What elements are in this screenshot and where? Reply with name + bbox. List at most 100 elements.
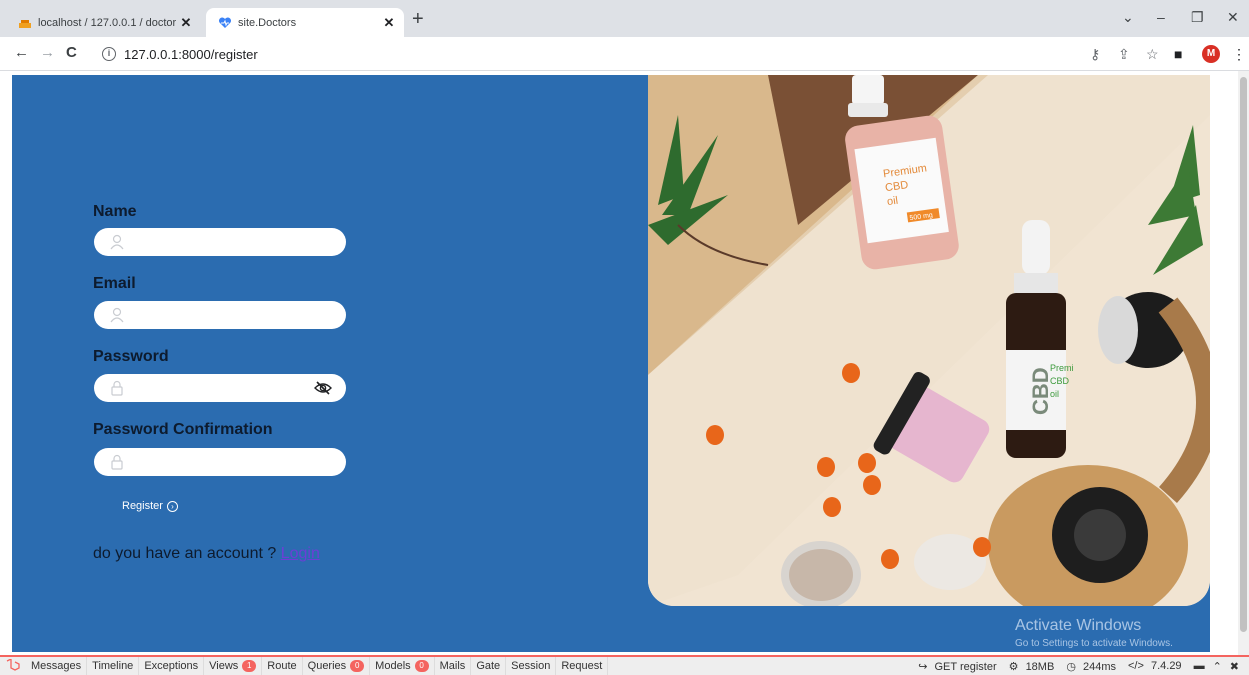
debug-tab-label: Messages — [31, 660, 82, 672]
watermark-title: Activate Windows — [1015, 617, 1142, 634]
request-text: GET register — [934, 660, 997, 673]
time-text: 244ms — [1082, 660, 1116, 673]
restore-button[interactable]: ❐ — [1191, 9, 1204, 26]
browser-tab-phpmyadmin[interactable]: localhost / 127.0.0.1 / doctor / h ✕ — [8, 8, 201, 37]
user-icon — [110, 234, 124, 250]
debug-tab-session[interactable]: Session — [506, 657, 557, 675]
arrow-right-circle-icon: › — [166, 500, 178, 512]
url-text: 127.0.0.1:8000/register — [124, 46, 258, 62]
debug-tab-route[interactable]: Route — [262, 657, 303, 675]
laravel-debugbar: Messages Timeline Exceptions Views 1 Rout… — [0, 655, 1249, 675]
debug-tab-label: Queries — [307, 660, 347, 672]
login-link[interactable]: Login — [281, 545, 320, 562]
lock-icon — [111, 380, 123, 396]
eye-slash-icon[interactable] — [314, 380, 332, 396]
key-icon[interactable]: ⚷ — [1090, 46, 1100, 62]
bottle1-label-oil: oil — [886, 195, 899, 208]
email-label: Email — [93, 275, 136, 292]
name-field[interactable] — [94, 228, 346, 256]
name-label: Name — [93, 203, 137, 220]
php-version-info: </> 7.4.29 — [1124, 660, 1190, 672]
bottle2-label-cbd: CBD — [1050, 376, 1070, 386]
reload-button[interactable]: C — [66, 45, 77, 61]
watermark-subtitle: Go to Settings to activate Windows. — [1015, 638, 1173, 649]
close-tab-icon[interactable]: ✕ — [177, 15, 195, 31]
browser-tab-site-doctors[interactable]: site.Doctors ✕ — [206, 8, 404, 37]
debug-tab-label: Route — [267, 660, 297, 672]
debug-tab-timeline[interactable]: Timeline — [87, 657, 140, 675]
debug-tab-label: Gate — [476, 660, 501, 672]
request-info[interactable]: ↪ GET register — [914, 660, 1004, 673]
heart-pulse-icon — [218, 16, 232, 28]
time-info: ◷ 244ms — [1062, 660, 1124, 673]
bottle2-label-premium: Premi — [1050, 363, 1074, 373]
folder-icon[interactable]: ▬ — [1190, 660, 1209, 672]
register-button[interactable]: Register › — [122, 500, 178, 512]
phpmyadmin-icon — [19, 19, 31, 28]
close-tab-icon[interactable]: ✕ — [380, 15, 398, 31]
debug-tab-request[interactable]: Request — [556, 657, 609, 675]
debug-tab-label: Mails — [439, 660, 466, 672]
password-confirmation-input[interactable] — [134, 452, 314, 472]
bottle2-label-oil: oil — [1050, 389, 1059, 399]
side-panel-icon[interactable]: ■ — [1174, 46, 1182, 62]
debug-tab-mails[interactable]: Mails — [435, 657, 472, 675]
minimize-button[interactable]: – — [1157, 9, 1165, 25]
address-bar[interactable]: i 127.0.0.1:8000/register — [92, 41, 1232, 67]
register-label: Register — [122, 500, 163, 512]
debug-tab-label: Models — [375, 660, 411, 672]
email-field[interactable] — [94, 301, 346, 329]
debug-tab-models[interactable]: Models 0 — [370, 657, 435, 675]
menu-dots-icon[interactable]: ⋮ — [1232, 46, 1246, 62]
password-confirmation-field[interactable] — [94, 448, 346, 476]
chevron-down-icon[interactable]: ⌄ — [1122, 9, 1134, 26]
bookmark-star-icon[interactable]: ☆ — [1146, 46, 1159, 62]
debug-tab-label: Request — [561, 660, 603, 672]
user-icon — [110, 307, 124, 323]
hero-photo: Premium CBD oil 500 mg CBD Premi CBD oil — [648, 75, 1210, 606]
new-tab-button[interactable]: + — [412, 9, 424, 29]
share-icon[interactable]: ⇪ — [1118, 46, 1130, 62]
debug-tab-label: Exceptions — [144, 660, 199, 672]
debug-tab-exceptions[interactable]: Exceptions — [139, 657, 205, 675]
tab-title: site.Doctors — [238, 16, 297, 29]
debug-badge: 0 — [414, 660, 429, 672]
debug-badge: 1 — [242, 660, 257, 672]
close-window-button[interactable]: ✕ — [1227, 9, 1239, 26]
debug-tab-label: Timeline — [92, 660, 134, 672]
close-icon[interactable]: ✖ — [1226, 660, 1243, 673]
memory-info: ⚙ 18MB — [1005, 660, 1063, 673]
password-input[interactable] — [134, 378, 314, 398]
laravel-logo-icon[interactable] — [0, 657, 26, 675]
email-input[interactable] — [134, 305, 314, 325]
site-info-icon[interactable]: i — [102, 47, 116, 61]
tab-title: localhost / 127.0.0.1 / doctor / h — [38, 16, 177, 29]
password-field[interactable] — [94, 374, 346, 402]
scrollbar-thumb[interactable] — [1240, 77, 1247, 632]
page-scrollbar[interactable] — [1238, 71, 1249, 655]
debug-tab-views[interactable]: Views 1 — [204, 657, 263, 675]
name-input[interactable] — [134, 232, 314, 252]
php-version-text: 7.4.29 — [1150, 660, 1182, 672]
laravel-icon — [6, 659, 20, 671]
login-prompt: do you have an account ? Login — [93, 545, 320, 563]
debug-tab-messages[interactable]: Messages — [26, 657, 88, 675]
lock-icon — [111, 454, 123, 470]
back-button[interactable]: ← — [14, 45, 29, 61]
debug-tab-gate[interactable]: Gate — [471, 657, 507, 675]
memory-text: 18MB — [1025, 660, 1055, 673]
cbd-products-photo: Premium CBD oil 500 mg CBD Premi CBD oil — [648, 75, 1210, 606]
debug-tab-queries[interactable]: Queries 0 — [303, 657, 371, 675]
debug-tab-label: Session — [511, 660, 551, 672]
debug-badge: 0 — [350, 660, 365, 672]
profile-avatar[interactable]: M — [1202, 45, 1220, 63]
activate-windows-watermark: Activate Windows Go to Settings to activ… — [1015, 617, 1173, 649]
account-prompt-text: do you have an account ? — [93, 545, 277, 562]
chevron-up-icon[interactable]: ⌃ — [1209, 660, 1226, 673]
forward-button[interactable]: → — [40, 45, 55, 61]
password-label: Password — [93, 348, 169, 365]
register-panel: Name Email Password Password Confirmatio… — [12, 75, 1210, 652]
browser-toolbar: ← → C i 127.0.0.1:8000/register ⚷ ⇪ ☆ ■ … — [0, 37, 1249, 71]
page-content: Name Email Password Password Confirmatio… — [0, 71, 1249, 655]
password-confirmation-label: Password Confirmation — [93, 421, 273, 438]
